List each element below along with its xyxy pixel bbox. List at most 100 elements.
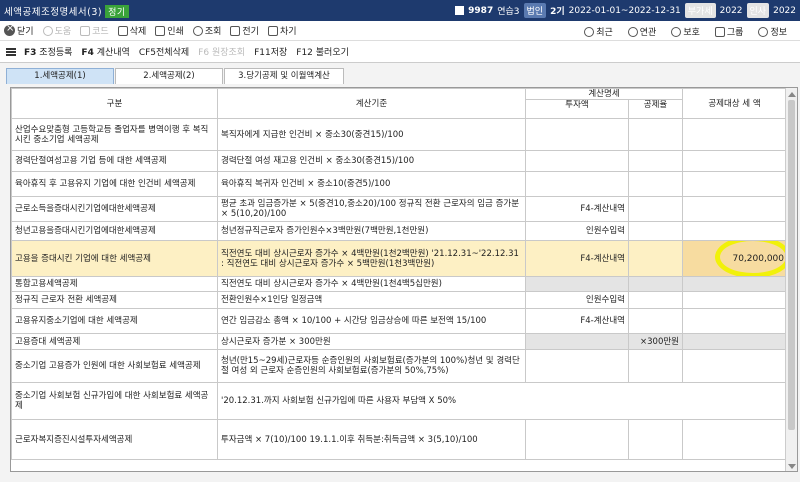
search-icon bbox=[192, 25, 203, 36]
row-rate[interactable] bbox=[628, 221, 683, 241]
vertical-scrollbar[interactable] bbox=[785, 88, 797, 471]
header-rate: 공제율 bbox=[628, 99, 683, 119]
highlight-circle-annotation bbox=[715, 241, 786, 276]
table-row[interactable]: 중소기업 사회보험 신규가입에 대한 사회보험료 세액공제 '20.12.31.… bbox=[11, 382, 787, 420]
row-rate[interactable] bbox=[628, 196, 683, 222]
function-toolbar: F3 조정등록 F4 계산내역 CF5전체삭제 F6 원장조회 F11저장 F1… bbox=[0, 41, 800, 63]
print-button[interactable]: 인쇄 bbox=[155, 24, 184, 37]
building-icon bbox=[455, 6, 465, 15]
table-row[interactable]: 정규직 근로자 전환 세액공제 전환인원수×1인당 일정금액 인원수입력 bbox=[11, 291, 787, 309]
scrollbar-thumb[interactable] bbox=[788, 100, 795, 430]
header-credit-amount: 공제대상 세 액 bbox=[682, 88, 787, 119]
row-basis: 청년(만15~29세)근로자등 순증인원의 사회보험료(증가분의 100%)청년… bbox=[217, 349, 526, 383]
table-row[interactable]: 중소기업 고용증가 인원에 대한 사회보험료 세액공제 청년(만15~29세)근… bbox=[11, 349, 787, 383]
row-basis: 전환인원수×1인당 일정금액 bbox=[217, 291, 526, 309]
row-invest[interactable]: F4-계산내역 bbox=[525, 240, 629, 277]
row-rate[interactable] bbox=[628, 308, 683, 334]
table-row[interactable]: 고용유지중소기업에 대한 세액공제 연간 임금감소 총액 × 10/100 + … bbox=[11, 308, 787, 334]
row-amount[interactable] bbox=[682, 171, 787, 197]
etax-button[interactable]: 전기 bbox=[230, 24, 259, 37]
protect-button[interactable]: 보호 bbox=[671, 25, 700, 38]
row-invest[interactable]: F4-계산내역 bbox=[525, 196, 629, 222]
row-rate[interactable] bbox=[628, 150, 683, 172]
help-button[interactable]: 도움 bbox=[42, 24, 71, 37]
code-button[interactable]: 코드 bbox=[80, 24, 109, 37]
vat-tag: 부가세 bbox=[684, 3, 716, 18]
row-rate[interactable] bbox=[628, 419, 683, 460]
info-button[interactable]: 정보 bbox=[758, 25, 787, 38]
row-invest[interactable]: F4-계산내역 bbox=[525, 308, 629, 334]
table-row[interactable]: 육아휴직 후 고용유지 기업에 대한 인건비 세액공제 육아휴직 복귀자 인건비… bbox=[11, 171, 787, 197]
shield-icon bbox=[671, 26, 682, 37]
row-rate[interactable] bbox=[628, 240, 683, 277]
tab-current-carryover[interactable]: 3.당기공제 및 이월액계산 bbox=[224, 68, 344, 84]
scroll-up-icon[interactable] bbox=[788, 92, 796, 97]
vat-year: 2022 bbox=[719, 5, 743, 16]
row-amount[interactable] bbox=[682, 291, 787, 309]
row-amount[interactable] bbox=[682, 419, 787, 460]
row-invest[interactable] bbox=[525, 419, 629, 460]
f3-adjust-button[interactable]: F3 조정등록 bbox=[24, 45, 72, 58]
scroll-down-icon[interactable] bbox=[788, 464, 796, 469]
close-icon bbox=[4, 23, 15, 36]
row-rate: ×300만원 bbox=[628, 333, 683, 350]
row-invest[interactable] bbox=[525, 349, 629, 383]
table-row[interactable]: 산업수요맞춤형 고등학교등 졸업자를 병역이행 후 복직시킨 중소기업 세액공제… bbox=[11, 118, 787, 151]
row-amount-highlighted[interactable]: 70,200,000 bbox=[682, 240, 787, 277]
row-name: 통합고용세액공제 bbox=[11, 276, 218, 292]
row-amount[interactable] bbox=[682, 196, 787, 222]
next-icon bbox=[267, 25, 278, 36]
menu-icon[interactable] bbox=[6, 47, 16, 56]
row-invest[interactable]: 인원수입력 bbox=[525, 221, 629, 241]
row-invest[interactable]: 인원수입력 bbox=[525, 291, 629, 309]
row-invest bbox=[525, 276, 629, 292]
row-amount[interactable] bbox=[682, 308, 787, 334]
f11-save-button[interactable]: F11저장 bbox=[254, 45, 287, 58]
row-amount[interactable] bbox=[682, 150, 787, 172]
row-amount[interactable] bbox=[682, 349, 787, 383]
row-name: 청년고용을증대시킨기업에대한세액공제 bbox=[11, 221, 218, 241]
f4-calc-button[interactable]: F4 계산내역 bbox=[81, 45, 129, 58]
row-basis: '20.12.31.까지 사회보험 신규가입에 따른 사용자 부담액 X 50% bbox=[217, 382, 787, 420]
tab-tax-credit-2[interactable]: 2.세액공제(2) bbox=[115, 68, 223, 84]
row-basis: 복직자에게 지급한 인건비 × 중소30(중견15)/100 bbox=[217, 118, 526, 151]
row-rate[interactable] bbox=[628, 118, 683, 151]
table-row[interactable]: 고용증대 세액공제 상시근로자 증가분 × 300만원 ×300만원 bbox=[11, 333, 787, 350]
help-icon bbox=[42, 25, 53, 36]
link-icon bbox=[627, 26, 638, 37]
title-bar: 세액공제조정명세서(3) 정기 9987 연습3 법인 2기 2022-01-01… bbox=[0, 0, 800, 21]
table-row[interactable]: 통합고용세액공제 직전연도 대비 상시근로자 증가수 × 4백만원(1천4백5십… bbox=[11, 276, 787, 292]
table-row[interactable]: 경력단절여성고용 기업 등에 대한 세액공제 경력단절 여성 재고용 인건비 ×… bbox=[11, 150, 787, 172]
table-row[interactable]: 청년고용을증대시킨기업에대한세액공제 청년정규직근로자 증가인원수×3백만원(7… bbox=[11, 221, 787, 241]
delete-button[interactable]: 삭제 bbox=[117, 24, 146, 37]
row-invest[interactable] bbox=[525, 118, 629, 151]
table-row[interactable]: 근로소득을증대시킨기업에대한세액공제 평균 초과 임금증가분 × 5(중견10,… bbox=[11, 196, 787, 222]
recent-button[interactable]: 최근 bbox=[584, 25, 613, 38]
next-button[interactable]: 차기 bbox=[267, 24, 297, 37]
row-basis: 직전연도 대비 상시근로자 증가수 × 4백만원(1천4백5십만원) bbox=[217, 276, 526, 292]
row-amount[interactable] bbox=[682, 221, 787, 241]
table-row-selected[interactable]: 고용을 증대시킨 기업에 대한 세액공제 직전연도 대비 상시근로자 증가수 ×… bbox=[11, 240, 787, 277]
row-rate[interactable] bbox=[628, 291, 683, 309]
f12-load-button[interactable]: F12 불러오기 bbox=[296, 45, 349, 58]
tax-year: 2022 bbox=[773, 5, 796, 16]
row-rate[interactable] bbox=[628, 349, 683, 383]
row-basis: 경력단절 여성 재고용 인건비 × 중소30(중견15)/100 bbox=[217, 150, 526, 172]
header-investment: 투자액 bbox=[525, 99, 629, 119]
tab-tax-credit-1[interactable]: 1.세액공제(1) bbox=[6, 68, 114, 84]
row-rate[interactable] bbox=[628, 171, 683, 197]
f6-ledger-button[interactable]: F6 원장조회 bbox=[198, 45, 245, 58]
view-button[interactable]: 조회 bbox=[192, 24, 221, 37]
row-name: 고용유지중소기업에 대한 세액공제 bbox=[11, 308, 218, 334]
tab-bar: 1.세액공제(1) 2.세액공제(2) 3.당기공제 및 이월액계산 bbox=[6, 68, 345, 84]
link-button[interactable]: 연관 bbox=[627, 25, 656, 38]
row-invest[interactable] bbox=[525, 171, 629, 197]
corp-tag: 법인 bbox=[523, 3, 547, 18]
table-row[interactable]: 근로자복지증진시설투자세액공제 투자금액 × 7(10)/100 19.1.1.… bbox=[11, 419, 787, 460]
cf5-delete-all-button[interactable]: CF5전체삭제 bbox=[139, 45, 189, 58]
group-button[interactable]: 그룹 bbox=[714, 25, 743, 38]
header-basis: 계산기준 bbox=[217, 88, 526, 119]
row-invest[interactable] bbox=[525, 150, 629, 172]
close-button[interactable]: 닫기 bbox=[4, 23, 34, 37]
row-amount[interactable] bbox=[682, 118, 787, 151]
